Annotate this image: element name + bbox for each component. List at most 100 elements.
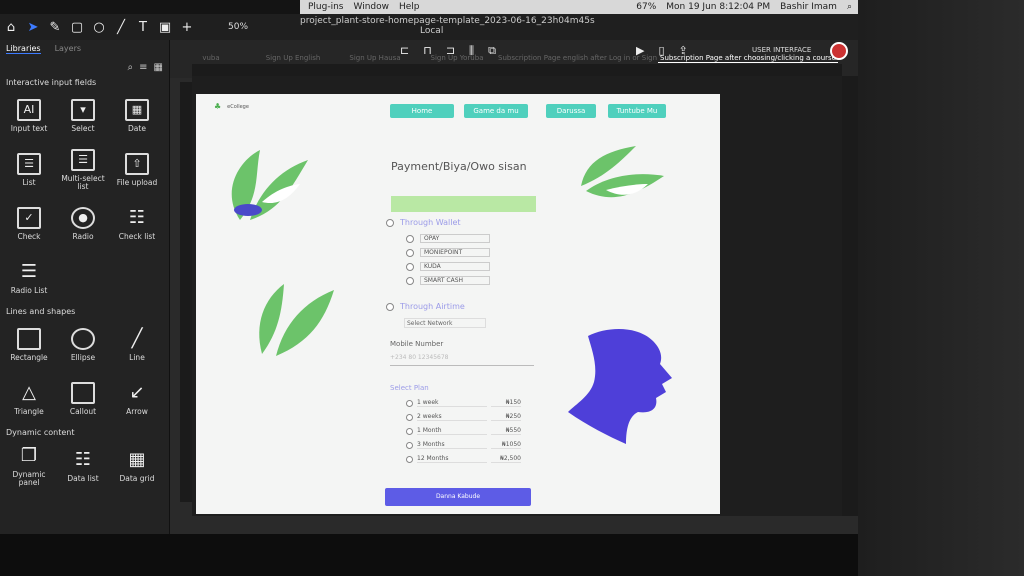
widget-radio-list[interactable]: ☰ Radio List [4, 253, 54, 303]
wallet-radio[interactable] [386, 218, 394, 227]
tab-libraries[interactable]: Libraries [6, 44, 41, 54]
tab-subscription-course[interactable]: Subscription Page after choosing/clickin… [658, 54, 838, 63]
upload-icon: ⇧ [125, 152, 149, 175]
plan-option[interactable]: 3 Months ₦1050 [406, 441, 521, 449]
widget-ellipse[interactable]: Ellipse [58, 320, 108, 370]
widget-triangle[interactable]: △ Triangle [4, 374, 54, 424]
section-lines-shapes[interactable]: Lines and shapes [0, 305, 169, 318]
grid-view-icon[interactable]: ▦ [154, 62, 163, 73]
tab-subscription-english[interactable]: Subscription Page english after Log in o… [498, 54, 658, 63]
leaf-illustration-left-top [231, 150, 308, 220]
leaf-illustration-left-bottom [259, 284, 334, 356]
select-plan-label: Select Plan [390, 384, 429, 392]
text-tool-icon[interactable]: T [132, 16, 154, 38]
clock: Mon 19 Jun 8:12:04 PM [666, 2, 771, 12]
wallet-kuda[interactable]: KUDA [406, 262, 490, 271]
menu-window[interactable]: Window [354, 2, 390, 12]
wallet-moniepoint[interactable]: MONIEPOINT [406, 248, 490, 257]
widget-check-list[interactable]: ☷ Check list [112, 199, 162, 249]
widget-line[interactable]: ╱ Line [112, 320, 162, 370]
nav-courses-button[interactable]: Darussa [546, 104, 596, 118]
home-icon[interactable]: ⌂ [0, 16, 22, 38]
network-select[interactable]: Select Network [404, 318, 486, 328]
callout-icon [71, 381, 95, 404]
widget-rectangle[interactable]: Rectangle [4, 320, 54, 370]
checkbox-icon: ✓ [17, 206, 41, 229]
submit-payment-button[interactable]: Danna Kabude [385, 488, 531, 506]
tab-signup-english[interactable]: Sign Up English [252, 54, 334, 63]
site-logo: ♣ eCollege [214, 102, 249, 111]
arrow-icon: ↙ [129, 382, 145, 404]
canvas-scrollbar[interactable] [842, 76, 858, 516]
widget-multi-select[interactable]: ☰ Multi-select list [58, 145, 108, 195]
plan-option[interactable]: 2 weeks ₦250 [406, 413, 521, 421]
widget-select[interactable]: ▾ Select [58, 91, 108, 141]
wallet-smart-cash[interactable]: SMART CASH [406, 276, 490, 285]
pen-tool-icon[interactable]: ✎ [44, 16, 66, 38]
artboard-payment-page[interactable]: ♣ eCollege Home Game da mu Darussa Tuntu… [196, 94, 720, 514]
search-icon[interactable]: ⌕ [128, 62, 134, 73]
airtime-radio[interactable] [386, 302, 394, 311]
section-input-fields[interactable]: Interactive input fields [0, 76, 169, 89]
section-dynamic-content[interactable]: Dynamic content [0, 426, 169, 439]
widget-check[interactable]: ✓ Check [4, 199, 54, 249]
tab-layers[interactable]: Layers [55, 44, 81, 54]
menu-plugins[interactable]: Plug-ins [308, 2, 344, 12]
head-silhouette-illustration [568, 329, 672, 444]
rectangle-icon [17, 327, 41, 350]
leaf-illustration-right-top [581, 146, 664, 198]
nav-contact-button[interactable]: Tuntube Mu [608, 104, 666, 118]
plan-option[interactable]: 1 week ₦150 [406, 399, 521, 407]
line-icon: ╱ [131, 328, 143, 350]
vertical-ruler [180, 82, 192, 502]
widget-file-upload[interactable]: ⇧ File upload [112, 145, 162, 195]
widget-data-grid[interactable]: ▦ Data grid [112, 441, 162, 491]
mobile-number-input[interactable]: +234 80 12345678 [390, 354, 534, 366]
nav-about-button[interactable]: Game da mu [464, 104, 528, 118]
image-tool-icon[interactable]: ▣ [154, 16, 176, 38]
title-underline-bar [391, 196, 536, 212]
main-toolbar: ⌂ ➤ ✎ ▢ ○ ╱ T ▣ + 50% project_plant-stor… [0, 14, 858, 40]
payment-option-airtime[interactable]: Through Airtime [386, 302, 465, 311]
widget-radio[interactable]: ● Radio [58, 199, 108, 249]
avatar[interactable] [830, 42, 848, 60]
user-interface-menu[interactable]: USER INTERFACE [752, 46, 811, 54]
search-icon[interactable]: ⌕ [847, 2, 852, 12]
widget-data-list[interactable]: ☷ Data list [58, 441, 108, 491]
widget-date[interactable]: ▦ Date [112, 91, 162, 141]
data-list-icon: ☷ [74, 449, 92, 471]
widget-list[interactable]: ☰ List [4, 145, 54, 195]
page-title: Payment/Biya/Owo sisan [391, 160, 527, 173]
select-tool-icon[interactable]: ➤ [22, 16, 44, 38]
calendar-icon: ▦ [125, 98, 149, 121]
background-desk [858, 0, 1024, 576]
leaf-logo-icon: ♣ [214, 102, 222, 111]
menu-icon[interactable]: ≡ [139, 62, 147, 73]
wallet-opay[interactable]: OPAY [406, 234, 490, 243]
rectangle-tool-icon[interactable]: ▢ [66, 16, 88, 38]
tab-vuba[interactable]: vuba [170, 54, 252, 63]
widget-input-text[interactable]: AI Input text [4, 91, 54, 141]
triangle-icon: △ [22, 382, 36, 404]
mobile-number-label: Mobile Number [390, 340, 444, 348]
payment-option-wallet[interactable]: Through Wallet [386, 218, 461, 227]
widget-library-panel: Libraries Layers ⌕ ≡ ▦ Interactive input… [0, 40, 170, 534]
widget-callout[interactable]: Callout [58, 374, 108, 424]
line-tool-icon[interactable]: ╱ [110, 16, 132, 38]
ellipse-icon [71, 327, 95, 350]
battery-status: 67% [636, 2, 657, 12]
nav-home-button[interactable]: Home [390, 104, 454, 118]
ellipse-tool-icon[interactable]: ○ [88, 16, 110, 38]
zoom-level[interactable]: 50% [228, 22, 278, 32]
widget-arrow[interactable]: ↙ Arrow [112, 374, 162, 424]
system-menubar: Plug-ins Window Help 67% Mon 19 Jun 8:12… [300, 0, 860, 14]
menu-help[interactable]: Help [399, 2, 420, 12]
tab-signup-hausa[interactable]: Sign Up Hausa [334, 54, 416, 63]
tab-signup-yoruba[interactable]: Sign Up Yoruba [416, 54, 498, 63]
multi-select-icon: ☰ [71, 148, 95, 171]
user-name[interactable]: Bashir Imam [780, 2, 837, 12]
add-icon[interactable]: + [176, 16, 198, 38]
plan-option[interactable]: 12 Months ₦2,500 [406, 455, 521, 463]
plan-option[interactable]: 1 Month ₦550 [406, 427, 521, 435]
widget-dynamic-panel[interactable]: ❐ Dynamic panel [4, 441, 54, 491]
